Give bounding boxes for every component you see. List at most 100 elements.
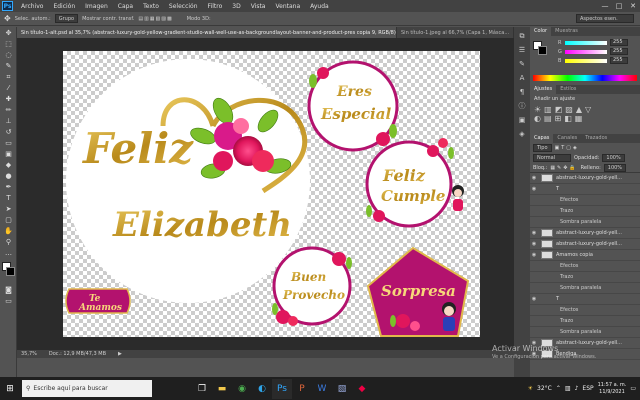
move-tool-icon[interactable]: ✥ xyxy=(4,14,11,23)
crop-icon[interactable]: ⌗ xyxy=(3,72,14,82)
eraser-icon[interactable]: ▭ xyxy=(3,138,14,148)
temperature[interactable]: 32°C xyxy=(537,385,552,392)
weather-icon[interactable]: ☀ xyxy=(528,385,533,392)
layer-row[interactable]: ◉ abstract-luxury-gold-yell... xyxy=(530,228,640,239)
gradient-icon[interactable]: ▣ xyxy=(3,149,14,159)
language-indicator[interactable]: ESP xyxy=(582,385,593,392)
powerpoint-icon[interactable]: P xyxy=(292,379,312,399)
chrome-icon[interactable]: ◉ xyxy=(232,379,252,399)
layer-effect-row[interactable]: Efectos xyxy=(530,305,640,316)
menu-vista[interactable]: Vista xyxy=(246,3,271,10)
visibility-eye-icon[interactable]: ◉ xyxy=(530,252,538,258)
minimize-button[interactable]: — xyxy=(598,0,612,12)
filter-icons[interactable]: ▣T▢◈ xyxy=(555,145,579,151)
workspace-select[interactable]: Aspectos esen. xyxy=(576,14,634,23)
blur-icon[interactable]: ◆ xyxy=(3,160,14,170)
quick-mask-icon[interactable]: ◙ xyxy=(3,285,14,295)
tab-color[interactable]: Color xyxy=(530,27,552,36)
healing-icon[interactable]: ✚ xyxy=(3,94,14,104)
kind-filter-select[interactable]: Tipo xyxy=(533,144,552,152)
character-panel-icon[interactable]: A xyxy=(517,73,527,83)
fill-input[interactable]: 100% xyxy=(603,163,627,172)
menu-seleccion[interactable]: Selección xyxy=(164,3,203,10)
bg-color-chip[interactable] xyxy=(538,46,547,55)
menu-capa[interactable]: Capa xyxy=(113,3,138,10)
layer-effect-row[interactable]: Trazo xyxy=(530,316,640,327)
layer-row[interactable]: ◉ Amamos copia xyxy=(530,250,640,261)
show-transform-checkbox[interactable]: Mostrar contr. transf. xyxy=(82,16,134,22)
dodge-icon[interactable]: ● xyxy=(3,171,14,181)
history-brush-icon[interactable]: ↺ xyxy=(3,127,14,137)
blend-mode-select[interactable]: Normal xyxy=(533,154,571,162)
slider-r-track[interactable] xyxy=(565,40,607,45)
app-icon[interactable]: ◆ xyxy=(352,379,372,399)
brush-panel-icon[interactable]: ✎ xyxy=(517,59,527,69)
pen-icon[interactable]: ✒ xyxy=(3,182,14,192)
layer-row[interactable]: ◉ T xyxy=(530,184,640,195)
menu-filtro[interactable]: Filtro xyxy=(203,3,228,10)
visibility-eye-icon[interactable]: ◉ xyxy=(530,175,538,181)
file-explorer-icon[interactable]: ▬ xyxy=(212,379,232,399)
menu-texto[interactable]: Texto xyxy=(138,3,164,10)
shape-icon[interactable]: ▢ xyxy=(3,215,14,225)
menu-ayuda[interactable]: Ayuda xyxy=(305,3,334,10)
zoom-icon[interactable]: ⚲ xyxy=(3,237,14,247)
layer-effect-row[interactable]: Efectos xyxy=(530,261,640,272)
adjust-icons-row2[interactable]: ◐▤⊞◧▦ xyxy=(534,114,636,123)
layer-effect-row[interactable]: Efectos xyxy=(530,195,640,206)
windows-start-icon[interactable]: ⊞ xyxy=(0,379,20,399)
document-workspace[interactable]: Feliz Elizabeth Eres Especial Feliz Cump… xyxy=(17,38,529,350)
marquee-icon[interactable]: ⬚ xyxy=(3,39,14,49)
slider-b-track[interactable] xyxy=(565,58,607,63)
more-tools-icon[interactable]: … xyxy=(3,248,14,258)
status-arrow-icon[interactable]: ▶ xyxy=(118,351,122,357)
network-icon[interactable]: ▥ xyxy=(565,385,571,392)
tab-document-2[interactable]: Sin título-1.jpeg al 66,7% (Capa 1, Másc… xyxy=(397,27,515,38)
tab-paths[interactable]: Trazados xyxy=(581,134,611,143)
type-icon[interactable]: T xyxy=(3,193,14,203)
adjust-icons-row1[interactable]: ☀▥◩▨▲▽ xyxy=(534,105,636,114)
layer-row[interactable]: ◉ T xyxy=(530,294,640,305)
tab-layers[interactable]: Capas xyxy=(530,134,554,143)
tab-adjustments[interactable]: Ajustes xyxy=(530,85,557,94)
color-ramp[interactable] xyxy=(533,75,637,81)
color-swatches[interactable] xyxy=(0,262,16,284)
layer-effect-row[interactable]: Trazo xyxy=(530,206,640,217)
properties-panel-icon[interactable]: ☰ xyxy=(517,45,527,55)
photoshop-taskbar-icon[interactable]: Ps xyxy=(272,378,292,399)
auto-select-checkbox[interactable]: Selec. autom.: xyxy=(15,16,51,22)
visibility-eye-icon[interactable]: ◉ xyxy=(530,186,538,192)
clock[interactable]: 11:57 a. m. 11/9/2021 xyxy=(598,382,627,396)
layer-row[interactable]: ◉ abstract-luxury-gold-yell... xyxy=(530,239,640,250)
group-select[interactable]: Grupo xyxy=(54,14,79,23)
quick-select-icon[interactable]: ✎ xyxy=(3,61,14,71)
close-button[interactable]: ✕ xyxy=(626,0,640,12)
tab-swatches[interactable]: Muestras xyxy=(551,27,582,36)
photos-icon[interactable]: ▧ xyxy=(332,379,352,399)
menu-imagen[interactable]: Imagen xyxy=(80,3,113,10)
3d-panel-icon[interactable]: ◈ xyxy=(517,129,527,139)
task-view-icon[interactable]: ❐ xyxy=(192,379,212,399)
stamp-icon[interactable]: ⊥ xyxy=(3,116,14,126)
maximize-button[interactable]: □ xyxy=(612,0,626,12)
lasso-icon[interactable]: ◌ xyxy=(3,50,14,60)
lock-icons[interactable]: ▦✎✥🔒 xyxy=(550,165,577,171)
hand-icon[interactable]: ✋ xyxy=(3,226,14,236)
visibility-eye-icon[interactable]: ◉ xyxy=(530,241,538,247)
tray-arrow-icon[interactable]: ⌃ xyxy=(556,385,561,392)
opacity-input[interactable]: 100% xyxy=(602,154,625,162)
path-select-icon[interactable]: ➤ xyxy=(3,204,14,214)
visibility-eye-icon[interactable]: ◉ xyxy=(530,296,538,302)
edge-icon[interactable]: ◐ xyxy=(252,379,272,399)
taskbar-search[interactable]: ⚲ Escribe aquí para buscar xyxy=(22,380,152,397)
visibility-eye-icon[interactable]: ◉ xyxy=(530,230,538,236)
slider-g-track[interactable] xyxy=(565,49,607,54)
layer-effect-row[interactable]: Sombra paralela xyxy=(530,283,640,294)
layer-effect-row[interactable]: Trazo xyxy=(530,272,640,283)
tab-document-1[interactable]: Sin título-1-alt.psd al 35,7% (abstract-… xyxy=(17,27,397,38)
menu-3d[interactable]: 3D xyxy=(227,3,245,10)
word-icon[interactable]: W xyxy=(312,379,332,399)
layer-row[interactable]: ◉ abstract-luxury-gold-yell... xyxy=(530,173,640,184)
volume-icon[interactable]: ♪ xyxy=(575,385,579,392)
move-icon[interactable]: ✥ xyxy=(3,28,14,38)
